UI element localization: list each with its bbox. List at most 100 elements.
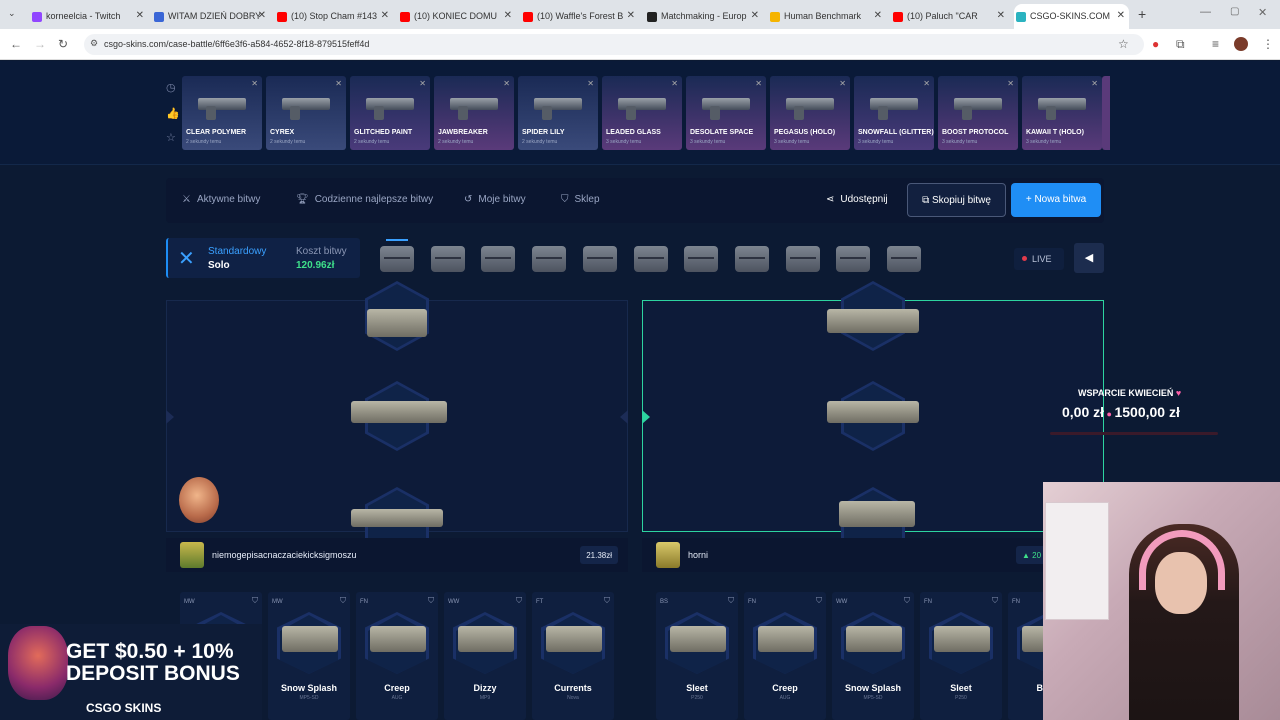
browser-tab[interactable]: (10) Waffle's Forest B ✕ bbox=[521, 4, 639, 29]
sound-toggle-button[interactable]: ◀ bbox=[1074, 243, 1104, 273]
close-icon[interactable]: ✕ bbox=[251, 79, 258, 88]
tab-close-icon[interactable]: ✕ bbox=[874, 10, 882, 21]
reload-icon[interactable]: ↻ bbox=[58, 37, 68, 51]
close-window-icon[interactable]: ✕ bbox=[1258, 6, 1267, 19]
star-icon[interactable]: ☆ bbox=[166, 131, 176, 144]
close-icon[interactable]: ✕ bbox=[335, 79, 342, 88]
nav-daily-best[interactable]: 🏆︎ Codzienne najlepsze bitwy bbox=[296, 194, 433, 205]
close-icon[interactable]: ✕ bbox=[1007, 79, 1014, 88]
profile-avatar[interactable] bbox=[1234, 37, 1248, 51]
recent-drop-card[interactable]: ✕ KAWAII T (HOLO) 3 sekundy temu bbox=[1022, 76, 1102, 150]
battle-case[interactable] bbox=[380, 246, 414, 272]
maximize-icon[interactable]: ▢ bbox=[1230, 6, 1239, 17]
recent-drop-card[interactable]: ✕ CYREX 2 sekundy temu bbox=[266, 76, 346, 150]
media-control-icon[interactable]: ≡ bbox=[1212, 37, 1219, 51]
browser-menu-icon[interactable]: ⋮ bbox=[1262, 37, 1274, 51]
nav-active-battles[interactable]: ⚔ Aktywne bitwy bbox=[182, 194, 260, 205]
new-tab-button[interactable]: + bbox=[1138, 6, 1146, 22]
copy-battle-button[interactable]: ⧉ Skopiuj bitwę bbox=[907, 183, 1006, 217]
battle-case[interactable] bbox=[836, 246, 871, 272]
recent-drop-card[interactable]: ✕ GLITCHED PAINT 2 sekundy temu bbox=[350, 76, 430, 150]
donation-goal-overlay: WSPARCIE KWIECIEŃ ♥ 0,00 zł ● 1500,00 zł bbox=[1048, 384, 1220, 444]
minimize-icon[interactable]: — bbox=[1200, 6, 1211, 18]
tab-search-icon[interactable]: ⌄ bbox=[8, 8, 16, 19]
won-item-card[interactable]: FN ⛉ Creep AUG bbox=[744, 592, 826, 720]
thumbs-up-icon[interactable]: 👍 bbox=[166, 107, 180, 120]
tab-close-icon[interactable]: ✕ bbox=[381, 10, 389, 21]
shield-icon: ⛉ bbox=[904, 596, 910, 605]
nav-my-battles[interactable]: ↺ Moje bitwy bbox=[464, 194, 526, 205]
browser-tab[interactable]: korneelcia - Twitch ✕ bbox=[30, 4, 148, 29]
battle-case[interactable] bbox=[532, 246, 567, 272]
recent-drop-card[interactable]: ✕ DESOLATE SPACE 3 sekundy temu bbox=[686, 76, 766, 150]
new-battle-button[interactable]: + Nowa bitwa bbox=[1011, 183, 1101, 217]
won-item-card[interactable]: BS ⛉ Sleet P250 bbox=[656, 592, 738, 720]
battle-case[interactable] bbox=[633, 246, 668, 272]
drop-item-grip bbox=[458, 106, 468, 120]
won-item-card[interactable]: MW ⛉ Snow Splash MP5-SD bbox=[268, 592, 350, 720]
item-weapon: MP5-SD bbox=[863, 695, 883, 701]
share-label: Udostępnij bbox=[840, 194, 888, 205]
url-field[interactable]: ⚙ csgo-skins.com/case-battle/6ff6e3f6-a5… bbox=[84, 34, 1144, 55]
extension-icon[interactable]: ● bbox=[1152, 37, 1159, 51]
close-icon[interactable]: ✕ bbox=[587, 79, 594, 88]
recent-drop-card[interactable]: ✕ BOOST PROTOCOL 3 sekundy temu bbox=[938, 76, 1018, 150]
won-item-card[interactable]: FN ⛉ Sleet P250 bbox=[920, 592, 1002, 720]
tab-close-icon[interactable]: ✕ bbox=[997, 10, 1005, 21]
close-icon[interactable]: ✕ bbox=[755, 79, 762, 88]
weapon-image bbox=[758, 626, 814, 652]
tab-close-icon[interactable]: ✕ bbox=[136, 10, 144, 21]
won-item-card[interactable]: WW ⛉ Dizzy MP9 bbox=[444, 592, 526, 720]
type-label: Solo bbox=[208, 260, 230, 271]
drop-item-grip bbox=[1046, 106, 1056, 120]
browser-tab[interactable]: (10) Stop Cham #143 ✕ bbox=[275, 4, 393, 29]
battle-case[interactable] bbox=[734, 246, 769, 272]
battle-case[interactable] bbox=[684, 246, 719, 272]
browser-tab[interactable]: CSGO-SKINS.COM ✕ bbox=[1014, 4, 1129, 29]
bookmark-star-icon[interactable]: ☆ bbox=[1118, 37, 1129, 51]
recent-drops-strip: ◷ 👍 ☆ ✕ CLEAR POLYMER 2 sekundy temu ✕ CYREX… bbox=[0, 61, 1280, 165]
player-name: niemogepisacnaczaciekicksigmoszu bbox=[212, 550, 357, 560]
close-icon[interactable]: ✕ bbox=[923, 79, 930, 88]
won-item-card[interactable]: WW ⛉ Snow Splash MP5-SD bbox=[832, 592, 914, 720]
battle-case[interactable] bbox=[481, 246, 516, 272]
won-item-card[interactable]: FN ⛉ Creep AUG bbox=[356, 592, 438, 720]
site-info-icon[interactable]: ⚙ bbox=[90, 38, 98, 49]
tab-close-icon[interactable]: ✕ bbox=[627, 10, 635, 21]
battle-case[interactable] bbox=[785, 246, 820, 272]
url-text: csgo-skins.com/case-battle/6ff6e3f6-a584… bbox=[104, 39, 370, 49]
tab-close-icon[interactable]: ✕ bbox=[751, 10, 759, 21]
share-button[interactable]: ⋖ Udostępnij bbox=[826, 194, 888, 205]
tab-close-icon[interactable]: ✕ bbox=[504, 10, 512, 21]
browser-tab[interactable]: (10) Paluch "CAR ✕ bbox=[891, 4, 1009, 29]
battle-case[interactable] bbox=[582, 246, 617, 272]
recent-drop-card[interactable]: ✕ SNOWFALL (GLITTER) 3 sekundy temu bbox=[854, 76, 934, 150]
history-icon: ↺ bbox=[464, 194, 473, 205]
close-icon[interactable]: ✕ bbox=[503, 79, 510, 88]
close-icon[interactable]: ✕ bbox=[671, 79, 678, 88]
recent-drop-card[interactable]: ✕ JAWBREAKER 2 sekundy temu bbox=[434, 76, 514, 150]
tab-close-icon[interactable]: ✕ bbox=[258, 10, 266, 21]
battle-case[interactable] bbox=[887, 246, 921, 272]
browser-tab[interactable]: WITAM DZIEŃ DOBRY ✕ bbox=[152, 4, 270, 29]
clock-icon[interactable]: ◷ bbox=[166, 81, 176, 94]
battle-case[interactable] bbox=[430, 246, 465, 272]
nav-shop[interactable]: ⛉ Sklep bbox=[561, 194, 600, 205]
recent-drop-card[interactable]: ✕ SPIDER LILY 2 sekundy temu bbox=[518, 76, 598, 150]
won-item-card[interactable]: FT ⛉ Currents Nova bbox=[532, 592, 614, 720]
recent-drop-card[interactable]: ✕ LEADED GLASS 3 sekundy temu bbox=[602, 76, 682, 150]
close-icon[interactable]: ✕ bbox=[1091, 79, 1098, 88]
recent-drop-card[interactable]: ✕ CLEAR POLYMER 2 sekundy temu bbox=[182, 76, 262, 150]
browser-tab[interactable]: Matchmaking - Europ ✕ bbox=[645, 4, 763, 29]
close-icon[interactable]: ✕ bbox=[419, 79, 426, 88]
donate-progress-track bbox=[1050, 432, 1218, 435]
deposit-bonus-ad[interactable]: GET $0.50 + 10% DEPOSIT BONUS CSGO SKINS bbox=[0, 624, 262, 720]
tab-close-icon[interactable]: ✕ bbox=[1117, 10, 1125, 21]
browser-tab[interactable]: Human Benchmark ✕ bbox=[768, 4, 886, 29]
browser-tab[interactable]: (10) KONIEC DOMU ✕ bbox=[398, 4, 516, 29]
close-icon[interactable]: ✕ bbox=[839, 79, 846, 88]
forward-icon[interactable]: → bbox=[34, 37, 46, 51]
recent-drop-card[interactable]: ✕ PEGASUS (HOLO) 3 sekundy temu bbox=[770, 76, 850, 150]
extensions-puzzle-icon[interactable]: ⧉ bbox=[1176, 37, 1185, 52]
back-icon[interactable]: ← bbox=[10, 37, 22, 51]
